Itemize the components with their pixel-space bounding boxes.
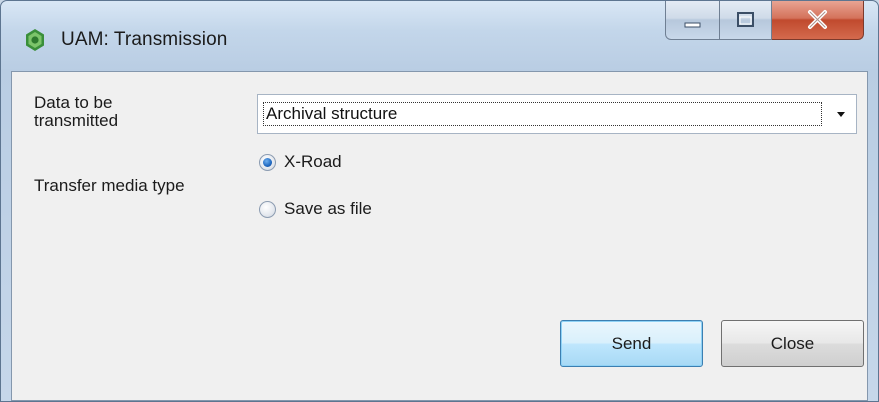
radio-save-as-file-label: Save as file	[284, 199, 372, 218]
radio-unchecked-icon[interactable]	[259, 200, 276, 218]
minimize-button[interactable]	[665, 1, 720, 40]
close-button[interactable]: Close	[721, 320, 864, 367]
dialog-body: Data to be transmitted Archival structur…	[11, 71, 868, 401]
radio-checked-icon[interactable]	[259, 153, 276, 171]
data-to-transmit-label: Data to be transmitted	[34, 94, 119, 130]
send-button[interactable]: Send	[560, 320, 703, 367]
window-title: UAM: Transmission	[61, 29, 228, 50]
minimize-icon	[684, 22, 701, 28]
radio-x-road-label: X-Road	[284, 152, 342, 171]
caption-buttons	[665, 1, 864, 41]
chevron-down-icon[interactable]	[826, 95, 856, 133]
close-icon	[808, 10, 827, 29]
maximize-button[interactable]	[720, 1, 772, 40]
data-select[interactable]: Archival structure	[257, 94, 857, 134]
maximize-icon	[737, 12, 754, 27]
title-bar[interactable]: UAM: Transmission	[1, 1, 878, 71]
app-icon	[26, 29, 44, 51]
transfer-media-label: Transfer media type	[34, 176, 185, 195]
radio-x-road[interactable]: X-Road	[259, 151, 342, 173]
dialog-window: UAM: Transmission Data to be transmitted…	[0, 0, 879, 402]
radio-save-as-file[interactable]: Save as file	[259, 198, 372, 220]
data-select-value: Archival structure	[263, 102, 822, 126]
close-window-button[interactable]	[772, 1, 864, 40]
